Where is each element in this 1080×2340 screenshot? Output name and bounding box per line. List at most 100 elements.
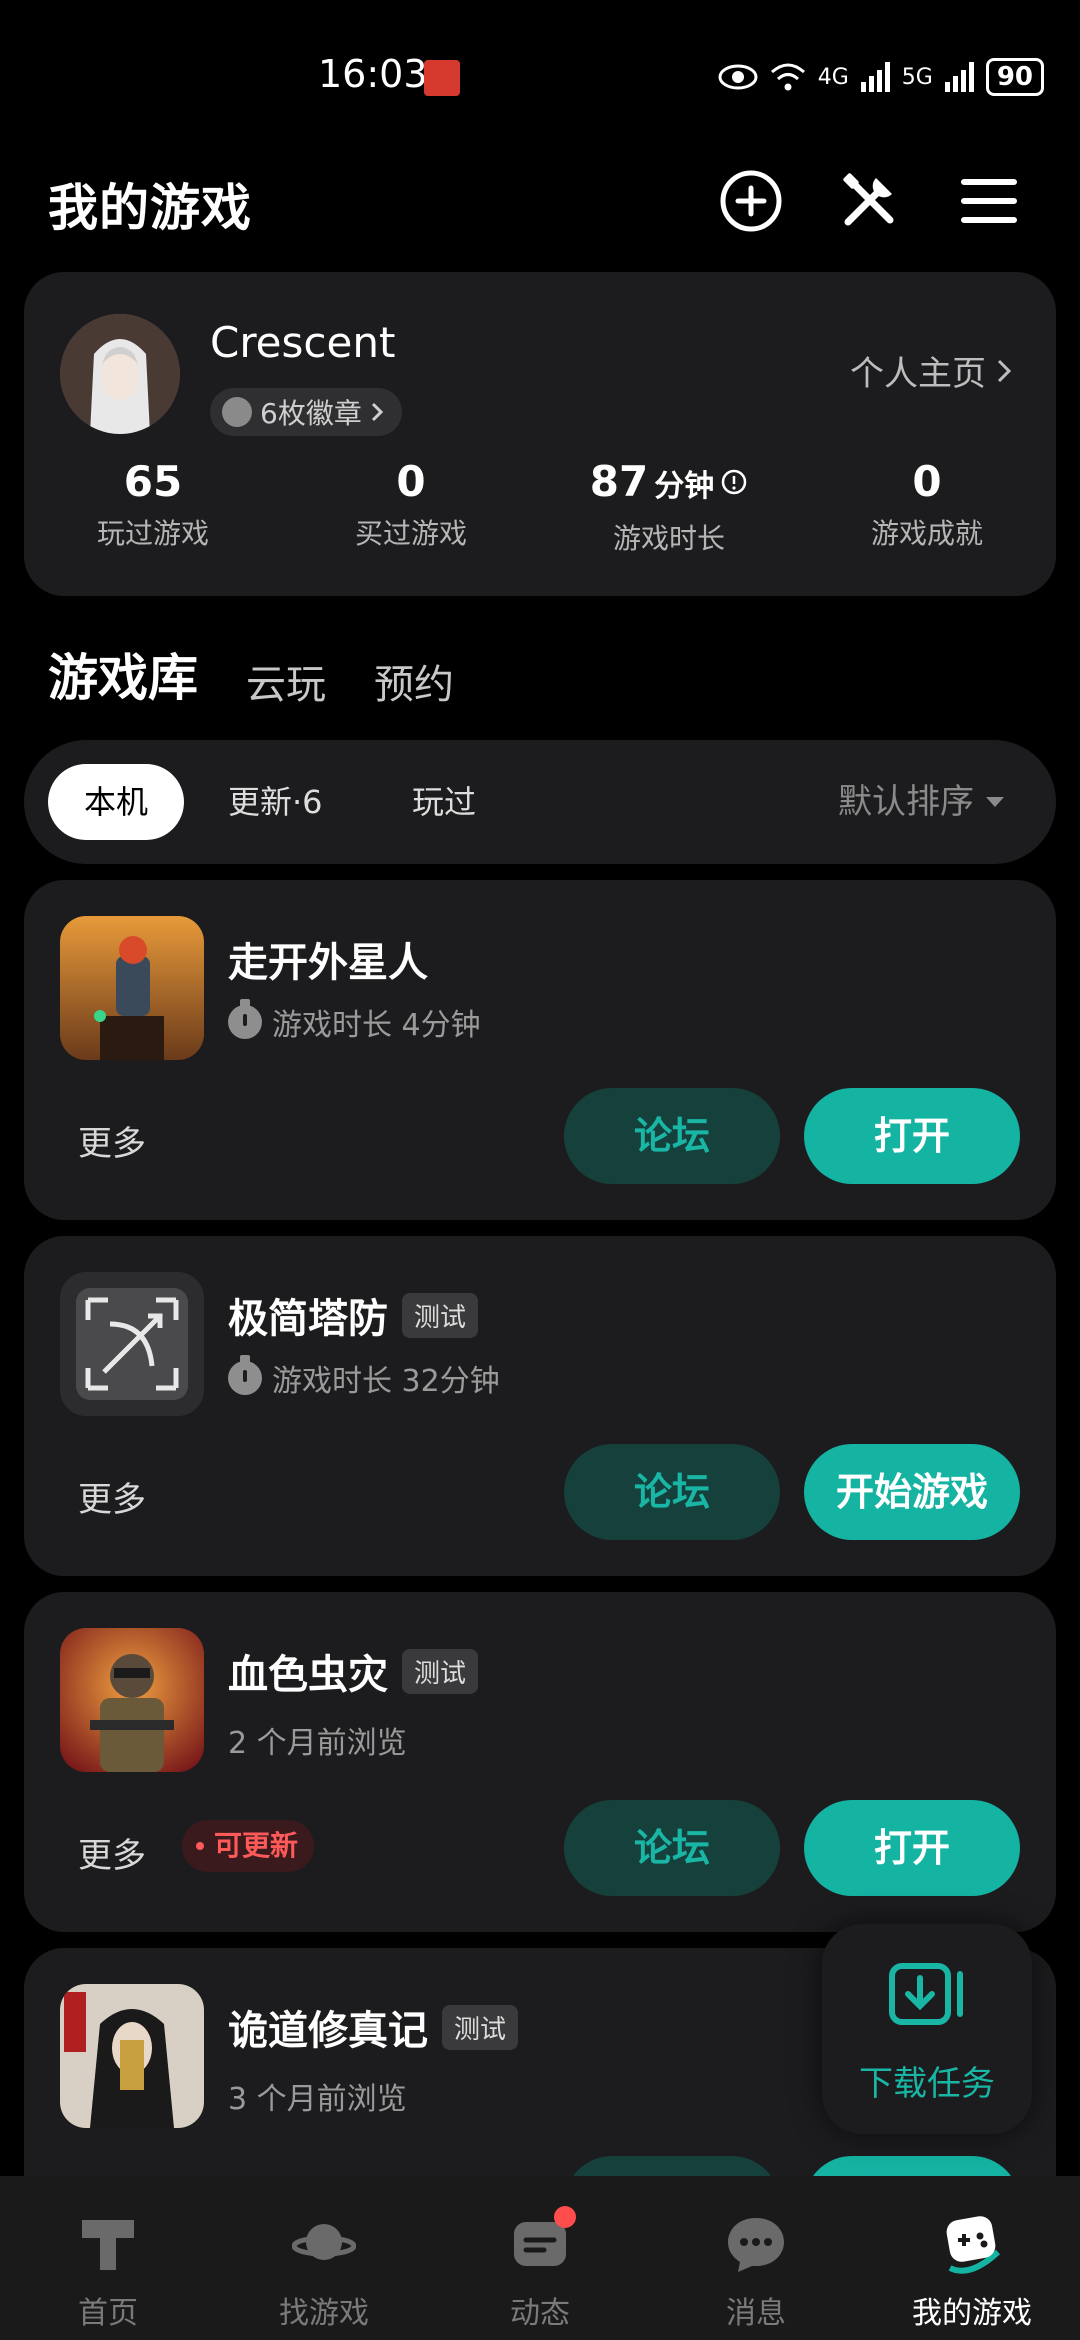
tools-icon[interactable] [836,168,902,234]
stat-value: 0 [912,457,942,506]
game-title-row: 极简塔防 测试 [228,1286,479,1344]
nav-label: 找游戏 [279,2296,369,2331]
test-tag: 测试 [442,2004,519,2050]
tab-reservations[interactable]: 预约 [374,652,454,710]
planet-icon [292,2224,356,2260]
stat-label: 游戏成就 [870,517,983,550]
stat-value: 87 [589,457,649,506]
stat-unit: 分钟 [654,469,715,504]
open-button[interactable]: 打开 [804,1088,1020,1184]
game-meta-text: 2 个月前浏览 [228,1726,407,1761]
game-meta: 游戏时长 4分钟 [228,999,481,1044]
stat-achievements[interactable]: 0 游戏成就 [798,456,1056,557]
profile-card: Crescent 6枚徽章 个人主页 65 玩过游戏 0 买过游戏 87 分钟 … [24,272,1056,596]
signal-icon [860,62,890,92]
add-circle-icon[interactable] [718,168,784,234]
wifi-icon [770,63,805,91]
game-name: 诡道修真记 [228,2008,428,2054]
timer-icon [228,999,262,1039]
eye-icon [718,64,758,90]
test-tag: 测试 [402,1648,479,1694]
badge-count-button[interactable]: 6枚徽章 [210,388,402,436]
start-game-button[interactable]: 开始游戏 [804,1444,1020,1540]
stat-label: 玩过游戏 [96,517,209,550]
bottom-nav: 首页 找游戏 动态 消息 我的游戏 [0,2176,1080,2340]
caret-down-icon [986,797,1004,807]
download-icon [889,1963,963,2025]
nav-home[interactable]: 首页 [0,2176,216,2340]
top-header: 我的游戏 [0,160,1080,240]
forum-button[interactable]: 论坛 [564,1088,780,1184]
more-button[interactable]: 更多 [78,1116,146,1165]
sort-dropdown[interactable]: 默认排序 [838,764,1004,840]
notification-app-icon [424,60,460,96]
username: Crescent [210,318,396,367]
more-button[interactable]: 更多 [78,1828,146,1877]
game-card[interactable]: 极简塔防 测试 游戏时长 32分钟 更多 论坛 开始游戏 [24,1236,1056,1576]
more-button[interactable]: 更多 [78,1472,146,1521]
battery-indicator: 90 [985,58,1044,96]
nav-find-games[interactable]: 找游戏 [216,2176,432,2340]
chip-updates[interactable]: 更新·6 [228,764,323,840]
download-tasks-label: 下载任务 [859,2064,995,2104]
avatar[interactable] [60,314,180,434]
gamepad-icon [946,2216,1001,2274]
chevron-right-icon [371,402,383,422]
game-meta: 3 个月前浏览 [228,2074,407,2118]
status-bar: 16:03 4G 5G 90 [0,0,1080,150]
open-button[interactable]: 打开 [804,1800,1020,1896]
game-card[interactable]: 血色虫灾 测试 2 个月前浏览 更多 可更新 论坛 打开 [24,1592,1056,1932]
forum-button[interactable]: 论坛 [564,1800,780,1896]
nav-label: 我的游戏 [912,2296,1032,2331]
status-indicators: 4G 5G 90 [718,58,1044,96]
game-meta: 2 个月前浏览 [228,1718,407,1762]
home-icon [82,2220,134,2270]
stat-games-played[interactable]: 65 玩过游戏 [24,456,282,557]
medal-icon [222,397,252,427]
tab-cloud-play[interactable]: 云玩 [246,652,326,710]
stat-games-bought[interactable]: 0 买过游戏 [282,456,540,557]
library-tabs: 游戏库 云玩 预约 [44,630,454,710]
stat-label: 游戏时长 [612,522,725,555]
game-meta-text: 游戏时长 4分钟 [272,1008,481,1043]
game-icon [60,916,204,1060]
stat-value: 65 [123,457,183,506]
game-icon [60,1984,204,2128]
game-title-row: 血色虫灾 测试 [228,1642,479,1700]
game-name: 血色虫灾 [228,1652,388,1698]
nav-feed[interactable]: 动态 [432,2176,648,2340]
homepage-label: 个人主页 [850,354,986,394]
game-title-row: 走开外星人 [228,930,428,988]
game-name: 走开外星人 [228,940,428,986]
game-name: 极简塔防 [228,1296,388,1342]
homepage-link[interactable]: 个人主页 [850,346,1012,395]
stat-play-time[interactable]: 87 分钟 游戏时长 [540,456,798,557]
info-icon[interactable] [720,468,748,496]
network-type-2: 5G [901,64,933,90]
game-icon [60,1272,204,1416]
notification-dot [554,2206,576,2228]
nav-messages[interactable]: 消息 [648,2176,864,2340]
download-tasks-button[interactable]: 下载任务 [822,1924,1032,2134]
tab-game-library[interactable]: 游戏库 [44,638,202,710]
timer-icon [228,1355,262,1395]
filter-bar: 本机 更新·6 玩过 默认排序 [24,740,1056,864]
nav-label: 动态 [510,2296,570,2331]
network-type-1: 4G [817,64,849,90]
game-icon [60,1628,204,1772]
game-card[interactable]: 走开外星人 游戏时长 4分钟 更多 论坛 打开 [24,880,1056,1220]
stat-label: 买过游戏 [354,517,467,550]
nav-label: 首页 [78,2296,138,2331]
nav-my-games[interactable]: 我的游戏 [864,2176,1080,2340]
signal-icon-2 [944,62,974,92]
chip-local[interactable]: 本机 [48,764,185,840]
menu-icon[interactable] [956,168,1022,234]
game-title-row: 诡道修真记 测试 [228,1998,519,2056]
game-meta: 游戏时长 32分钟 [228,1355,500,1400]
test-tag: 测试 [402,1292,479,1338]
chip-played[interactable]: 玩过 [412,764,476,840]
stat-value: 0 [396,457,426,506]
forum-button[interactable]: 论坛 [564,1444,780,1540]
update-available-badge[interactable]: 可更新 [182,1820,315,1872]
badge-count-label: 6枚徽章 [260,397,362,430]
